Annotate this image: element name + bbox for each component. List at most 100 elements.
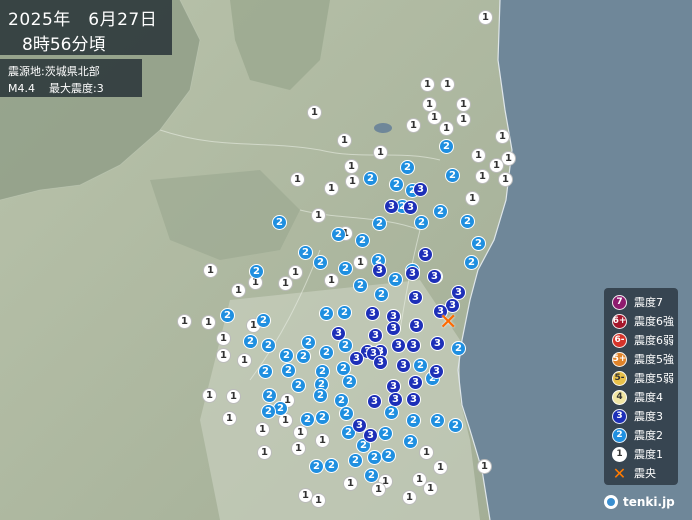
- intensity-3-marker: 3: [367, 394, 382, 409]
- epicenter-cross-icon: ✕: [612, 463, 627, 483]
- intensity-2-marker: 2: [339, 406, 354, 421]
- intensity-2-marker: 2: [319, 306, 334, 321]
- intensity-2-marker: 2: [464, 255, 479, 270]
- event-time: 8時56分頃: [22, 35, 106, 55]
- intensity-2-marker: 2: [413, 358, 428, 373]
- legend-item: 6+ 震度6強: [612, 312, 674, 330]
- intensity-2-marker: 2: [372, 216, 387, 231]
- intensity-1-marker: 1: [203, 263, 218, 278]
- intensity-1-marker: 1: [440, 77, 455, 92]
- intensity-1-marker: 1: [373, 145, 388, 160]
- intensity-2-marker: 2: [279, 348, 294, 363]
- legend-label: 震度7: [634, 296, 663, 309]
- intensity-1-marker: 1: [226, 389, 241, 404]
- intensity-1-marker: 1: [489, 158, 504, 173]
- intensity-3-marker: 3: [372, 263, 387, 278]
- intensity-2-marker: 2: [261, 404, 276, 419]
- magnitude-value: M4.4: [8, 82, 35, 95]
- intensity-2-marker: 2: [388, 272, 403, 287]
- intensity-3-marker: 3: [391, 338, 406, 353]
- intensity-1-marker: 1: [427, 110, 442, 125]
- intensity-2-marker: 2: [298, 245, 313, 260]
- legend-item: ✕ 震央: [612, 463, 656, 483]
- intensity-2-marker: 2: [331, 227, 346, 242]
- brand-name: tenki.jp: [623, 495, 675, 509]
- intensity-1-marker: 1: [324, 273, 339, 288]
- intensity-2-marker: 2: [301, 335, 316, 350]
- intensity-2-marker: 2: [403, 434, 418, 449]
- intensity-3-marker: 3: [406, 338, 421, 353]
- intensity-1-marker: 1: [456, 97, 471, 112]
- intensity-2-marker: 2: [355, 233, 370, 248]
- intensity-3-marker: 3: [413, 182, 428, 197]
- legend-item: 5- 震度5弱: [612, 369, 674, 387]
- intensity-2-marker: 2: [324, 458, 339, 473]
- legend-item: 4 震度4: [612, 388, 663, 406]
- intensity-2-marker: 2: [309, 459, 324, 474]
- intensity-2-marker: 2: [381, 448, 396, 463]
- intensity-3-marker: 3: [386, 321, 401, 336]
- intensity-2-marker: 2: [262, 388, 277, 403]
- intensity-2-marker: 2: [243, 334, 258, 349]
- intensity-1-marker: 1: [202, 388, 217, 403]
- intensity-1-marker: 1: [456, 112, 471, 127]
- intensity-3-marker: 3: [427, 269, 442, 284]
- intensity-1-marker: 1: [311, 208, 326, 223]
- intensity-1-marker: 1: [420, 77, 435, 92]
- legend-label: 震度3: [634, 410, 663, 423]
- intensity-2-marker: 2: [414, 215, 429, 230]
- legend-item: 3 震度3: [612, 407, 663, 425]
- intensity-1-marker: 1: [288, 265, 303, 280]
- intensity-2-marker: 2: [439, 139, 454, 154]
- intensity-2-marker: 2: [315, 410, 330, 425]
- legend-item: 1 震度1: [612, 445, 663, 463]
- intensity-3-marker: 3: [373, 355, 388, 370]
- intensity-2-marker: 2: [300, 412, 315, 427]
- intensity-1-marker: 1: [216, 331, 231, 346]
- intensity-2-marker: 2: [433, 204, 448, 219]
- intensity-swatch-icon: 7: [612, 294, 627, 310]
- lake: [374, 123, 392, 133]
- intensity-1-marker: 1: [237, 353, 252, 368]
- intensity-2-marker: 2: [406, 413, 421, 428]
- intensity-2-marker: 2: [258, 364, 273, 379]
- intensity-swatch-icon: 3: [612, 408, 627, 424]
- intensity-1-marker: 1: [495, 129, 510, 144]
- intensity-2-marker: 2: [313, 388, 328, 403]
- intensity-3-marker: 3: [384, 199, 399, 214]
- intensity-1-marker: 1: [231, 283, 246, 298]
- intensity-2-marker: 2: [261, 338, 276, 353]
- intensity-2-marker: 2: [256, 313, 271, 328]
- intensity-2-marker: 2: [471, 236, 486, 251]
- intensity-1-marker: 1: [439, 121, 454, 136]
- brand-logo[interactable]: tenki.jp: [604, 492, 675, 512]
- intensity-2-marker: 2: [460, 214, 475, 229]
- intensity-2-marker: 2: [348, 453, 363, 468]
- epicenter-marker: ✕: [439, 310, 458, 335]
- intensity-2-marker: 2: [319, 345, 334, 360]
- intensity-1-marker: 1: [311, 493, 326, 508]
- intensity-2-marker: 2: [445, 168, 460, 183]
- intensity-1-marker: 1: [402, 490, 417, 505]
- event-date: 2025年 6月27日: [8, 10, 158, 30]
- intensity-2-marker: 2: [249, 264, 264, 279]
- intensity-1-marker: 1: [475, 169, 490, 184]
- intensity-3-marker: 3: [388, 392, 403, 407]
- intensity-2-marker: 2: [374, 287, 389, 302]
- intensity-1-marker: 1: [423, 481, 438, 496]
- intensity-1-marker: 1: [290, 172, 305, 187]
- intensity-3-marker: 3: [405, 266, 420, 281]
- intensity-1-marker: 1: [324, 181, 339, 196]
- intensity-1-marker: 1: [201, 315, 216, 330]
- intensity-map[interactable]: 1111111111111111111111111111111111111111…: [0, 0, 692, 520]
- intensity-swatch-icon: 6-: [612, 332, 627, 348]
- intensity-3-marker: 3: [363, 428, 378, 443]
- legend-label: 震度2: [634, 429, 663, 442]
- legend-label: 震度6弱: [634, 334, 674, 347]
- intensity-2-marker: 2: [384, 405, 399, 420]
- max-intensity: 最大震度:3: [48, 82, 104, 95]
- intensity-2-marker: 2: [313, 255, 328, 270]
- event-info: 震源地:茨城県北部 M4.4 最大震度:3: [0, 59, 142, 97]
- intensity-2-marker: 2: [400, 160, 415, 175]
- intensity-1-marker: 1: [293, 425, 308, 440]
